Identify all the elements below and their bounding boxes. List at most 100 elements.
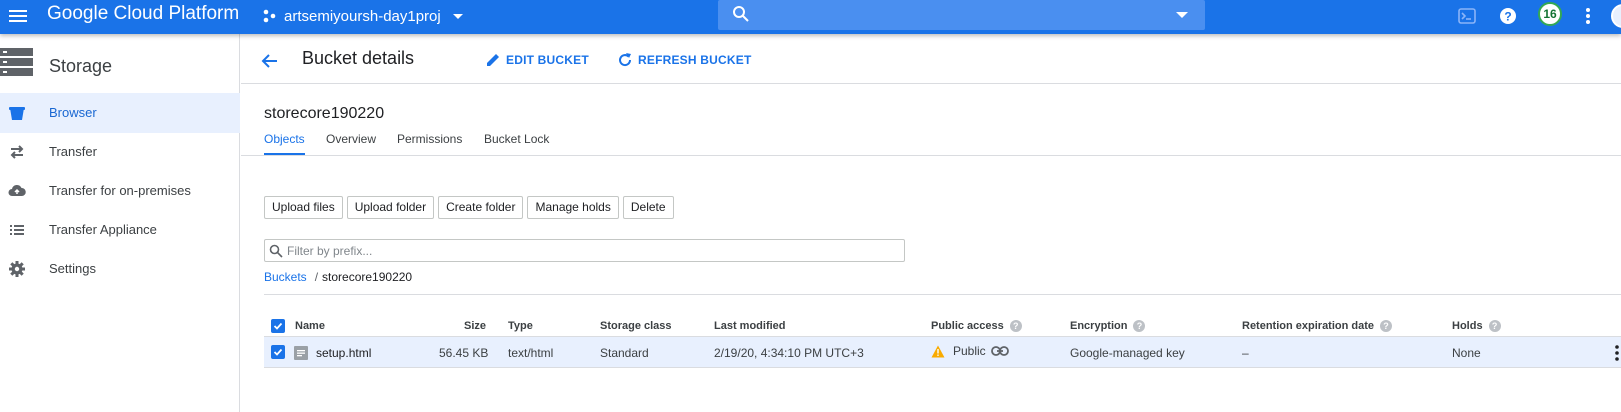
sidebar-item-transfer[interactable]: Transfer [0,132,240,172]
divider [264,294,1621,295]
bucket-name: storecore190220 [264,105,385,122]
filter-box [264,239,905,262]
breadcrumb-current: storecore190220 [322,270,413,284]
link-icon[interactable] [990,345,1009,357]
sidebar-header: Storage [0,42,240,88]
object-holds: None [1452,346,1481,360]
breadcrumb-separator: / [314,270,319,284]
help-icon[interactable]: ? [1380,320,1393,332]
create-folder-button[interactable]: Create folder [438,196,524,219]
help-icon[interactable]: ? [1488,320,1501,332]
select-all-checkbox[interactable] [271,319,285,333]
object-last-modified: 2/19/20, 4:34:10 PM UTC+3 [714,346,864,360]
cloud-upload-icon [8,184,26,196]
object-size: 56.45 KB [439,346,489,360]
table-row[interactable]: setup.html 56.45 KB text/html Standard 2… [264,336,1621,368]
column-retention: Retention expiration date? [1242,320,1393,332]
bucket-tabs: Objects Overview Permissions Bucket Lock [241,126,1621,156]
checkmark-icon [273,322,283,330]
column-encryption-label: Encryption [1070,320,1128,332]
tab-objects[interactable]: Objects [264,132,305,155]
more-vert-icon[interactable] [1577,5,1599,27]
brand-title[interactable]: Google Cloud Platform [47,3,239,25]
public-access-value: Public [953,344,986,358]
column-encryption: Encryption? [1070,320,1146,332]
column-last-modified[interactable]: Last modified [714,320,786,332]
sidebar-item-transfer-on-premises[interactable]: Transfer for on-premises [0,171,240,211]
column-name-label: Name [295,320,325,332]
column-retention-label: Retention expiration date [1242,320,1375,332]
sidebar-item-label: Transfer [49,144,97,159]
file-icon [294,346,308,360]
search-icon [733,6,749,22]
row-menu-icon[interactable] [1609,344,1621,362]
page-title: Bucket details [302,48,415,68]
column-type-label: Type [508,320,533,332]
upload-folder-button[interactable]: Upload folder [346,196,435,219]
object-name-link[interactable]: setup.html [316,346,371,360]
warning-icon [931,345,945,357]
hamburger-menu-icon[interactable] [7,5,29,27]
tab-overview[interactable]: Overview [326,132,376,153]
list-icon [10,225,24,235]
object-actions: Upload files Upload folder Create folder… [264,196,674,219]
sidebar-item-browser[interactable]: Browser [0,93,240,133]
column-size[interactable]: Size [464,320,486,332]
top-bar: Google Cloud Platform artsemiyoursh-day1… [0,0,1621,34]
column-last-modified-label: Last modified [714,320,786,332]
column-type[interactable]: Type [508,320,533,332]
object-public-access: Public [931,344,1009,358]
object-encryption: Google-managed key [1070,346,1185,360]
help-icon[interactable]: ? [1133,320,1146,332]
back-arrow-icon[interactable] [259,50,281,72]
sidebar-item-settings[interactable]: Settings [0,249,240,289]
row-checkbox[interactable] [271,345,285,359]
column-storage-class-label: Storage class [600,320,672,332]
delete-button[interactable]: Delete [622,196,674,219]
object-type: text/html [508,346,554,360]
column-holds-label: Holds [1452,320,1483,332]
search-dropdown-icon[interactable] [1175,11,1189,19]
chevron-down-icon [452,14,463,19]
help-icon[interactable]: ? [1009,320,1022,332]
sidebar-item-label: Transfer Appliance [49,222,157,237]
refresh-bucket-label: REFRESH BUCKET [638,53,752,67]
help-icon[interactable]: ? [1497,5,1519,27]
transfer-icon [10,145,24,159]
filter-input[interactable] [287,241,887,260]
sidebar-item-transfer-appliance[interactable]: Transfer Appliance [0,210,240,250]
tab-bucket-lock[interactable]: Bucket Lock [484,132,549,153]
project-dots-icon [263,9,276,23]
bucket-icon [9,107,25,120]
search-icon [269,244,283,258]
edit-bucket-label: EDIT BUCKET [506,53,589,67]
column-public-access: Public access? [931,320,1022,332]
column-name[interactable]: Name [295,320,325,332]
manage-holds-button[interactable]: Manage holds [527,196,619,219]
storage-icon [0,48,33,76]
sidebar: Storage Browser Transfer Transfer for on… [0,34,240,412]
main-content: Bucket details EDIT BUCKET REFRESH BUCKE… [241,34,1621,412]
table-header: Name Size Type Storage class Last modifi… [264,316,1621,336]
sidebar-title: Storage [49,56,113,76]
project-name: artsemiyoursh-day1proj [284,7,441,25]
sidebar-item-label: Settings [49,261,96,276]
project-selector[interactable]: artsemiyoursh-day1proj [262,4,473,28]
sidebar-item-label: Transfer for on-premises [49,183,191,198]
upload-files-button[interactable]: Upload files [264,196,343,219]
cloud-shell-icon[interactable] [1456,5,1478,27]
gear-icon [9,261,25,277]
page-header: Bucket details EDIT BUCKET REFRESH BUCKE… [241,34,1621,84]
column-holds: Holds? [1452,320,1501,332]
avatar[interactable] [1611,4,1621,28]
search-bar[interactable] [718,0,1205,30]
sidebar-item-label: Browser [49,105,97,120]
tab-permissions[interactable]: Permissions [397,132,462,153]
column-storage-class[interactable]: Storage class [600,320,672,332]
object-retention: – [1242,346,1249,360]
edit-bucket-button[interactable]: EDIT BUCKET [485,49,589,71]
refresh-bucket-button[interactable]: REFRESH BUCKET [617,49,751,71]
notifications-badge[interactable]: 16 [1538,2,1562,26]
breadcrumb-buckets-link[interactable]: Buckets [264,270,307,284]
checkmark-icon [273,348,283,356]
